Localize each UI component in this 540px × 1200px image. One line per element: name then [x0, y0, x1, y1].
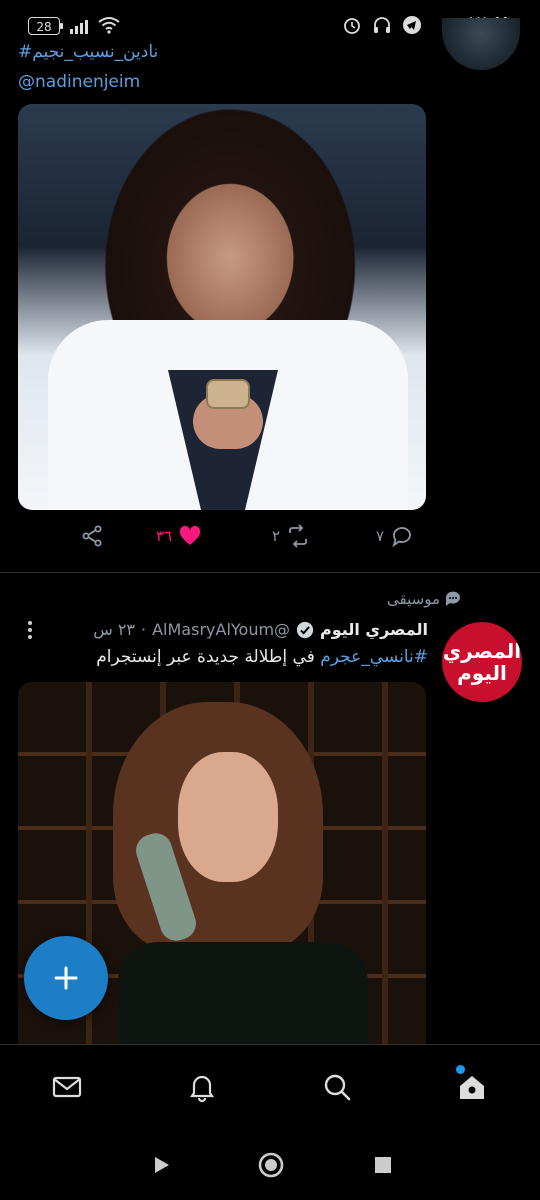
like-count: ٣٦ — [156, 527, 173, 545]
hashtag-link[interactable]: #نانسي_عجرم — [320, 647, 428, 667]
retweet-button[interactable]: ٢ — [272, 524, 310, 548]
compose-button[interactable] — [24, 936, 108, 1020]
bottom-tab-bar — [0, 1044, 540, 1131]
like-button[interactable]: ٣٦ — [156, 524, 202, 548]
photo-detail — [178, 752, 278, 882]
tweet-text: #نانسي_عجرم في إطلالة جديدة عبر إنستجرام — [96, 647, 428, 667]
telegram-icon — [402, 15, 422, 35]
publisher-logo: المصري اليوم — [442, 639, 522, 685]
search-icon — [324, 1074, 351, 1101]
circle-home-icon — [258, 1152, 284, 1178]
home-icon — [460, 1076, 484, 1099]
avatar[interactable] — [442, 18, 520, 70]
system-nav-bar — [0, 1130, 540, 1200]
home-nav-button[interactable] — [256, 1150, 286, 1180]
battery-indicator: 28 — [28, 17, 63, 35]
tweet-time: ٢٣ س — [93, 620, 136, 639]
avatar[interactable]: المصري اليوم — [442, 622, 522, 702]
share-icon — [82, 525, 102, 547]
alarm-icon — [342, 15, 362, 35]
tab-notifications[interactable] — [182, 1067, 222, 1107]
back-button[interactable] — [146, 1150, 176, 1180]
reply-icon — [392, 527, 411, 548]
separator: · — [141, 620, 147, 639]
photo-detail — [206, 379, 250, 409]
retweet-icon — [289, 524, 307, 548]
tab-messages[interactable] — [47, 1067, 87, 1107]
author-name[interactable]: المصري اليوم — [320, 620, 428, 639]
square-recents-icon — [375, 1157, 391, 1173]
tweet-actions: ٣٦ ٢ ٧ — [80, 524, 430, 556]
new-content-dot — [456, 1065, 465, 1074]
heart-icon — [180, 525, 201, 545]
wifi-icon — [98, 17, 120, 34]
plus-icon — [54, 966, 78, 990]
topic-context[interactable]: موسيقى — [387, 590, 462, 608]
topic-label: موسيقى — [387, 590, 440, 608]
share-button[interactable] — [80, 524, 104, 548]
status-icons — [342, 15, 422, 35]
play-back-icon — [155, 1157, 169, 1173]
divider — [0, 572, 540, 573]
more-options-icon[interactable] — [22, 620, 38, 640]
tweet-photo[interactable] — [18, 104, 426, 510]
recents-button[interactable] — [368, 1150, 398, 1180]
retweet-count: ٢ — [272, 527, 281, 545]
headset-icon — [372, 15, 392, 35]
topic-icon — [445, 591, 460, 606]
verified-icon — [296, 621, 314, 638]
mention-link[interactable]: @nadinenjeim — [18, 72, 140, 92]
tweet-header: المصري اليوم @AlMasryAlYoum · ٢٣ س — [93, 620, 428, 639]
author-handle[interactable]: @AlMasryAlYoum — [152, 620, 290, 639]
photo-detail — [118, 942, 368, 1044]
reply-count: ٧ — [376, 527, 385, 545]
reply-button[interactable]: ٧ — [376, 524, 414, 548]
mail-icon — [52, 1076, 82, 1098]
bell-icon — [189, 1075, 215, 1103]
signal-icon — [70, 20, 88, 34]
hashtag-link[interactable]: نادين_نسيب_نجيم# — [18, 42, 158, 62]
tweet-body: في إطلالة جديدة عبر إنستجرام — [96, 647, 315, 667]
tab-search[interactable] — [317, 1067, 357, 1107]
